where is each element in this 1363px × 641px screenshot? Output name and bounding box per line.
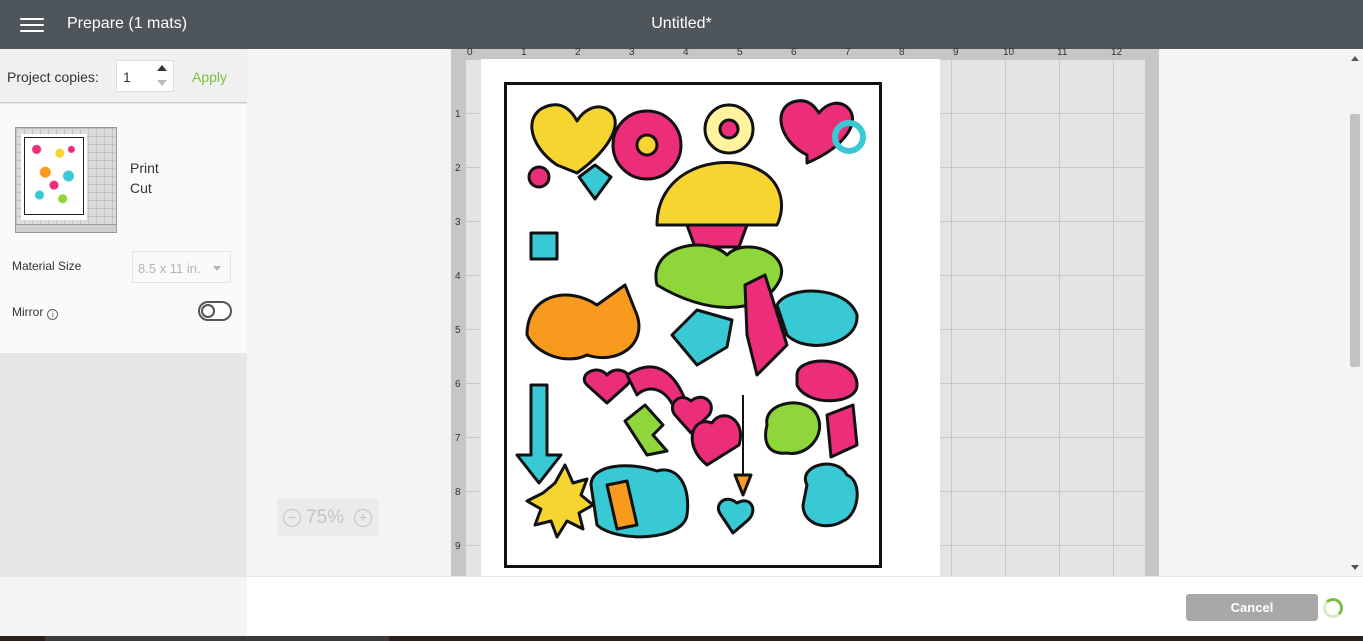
ruler-left-tick: 5 <box>455 325 461 336</box>
mat-artwork-preview <box>24 137 84 215</box>
ruler-top: 0 1 2 3 4 5 6 7 8 9 10 11 12 <box>465 47 1145 59</box>
ruler-top-tick: 4 <box>683 47 689 58</box>
taskbar-strip <box>0 636 1363 641</box>
cancel-button[interactable]: Cancel <box>1186 594 1318 621</box>
mat-sheet <box>21 134 87 220</box>
ruler-left-tick: 2 <box>455 163 461 174</box>
bottom-left-filler <box>0 577 247 636</box>
fox <box>525 283 641 361</box>
mirror-toggle[interactable] <box>198 301 232 321</box>
mat-section: Print Cut Material Size 8.5 x 11 in. Mir… <box>0 104 247 353</box>
increment-arrow-icon[interactable] <box>157 65 167 71</box>
toggle-knob <box>201 304 215 318</box>
mat-thumbnail[interactable] <box>15 127 117 233</box>
ruler-top-tick: 10 <box>1003 47 1015 58</box>
loading-spinner-icon <box>1323 598 1343 618</box>
apply-button[interactable]: Apply <box>192 69 227 85</box>
ladybug <box>527 165 551 189</box>
doodle-artwork <box>515 99 866 539</box>
pink-cat <box>795 359 859 403</box>
yellow-flower <box>703 103 755 155</box>
zoom-level: 75% <box>306 507 345 528</box>
document-title: Untitled* <box>651 15 712 32</box>
cutting-mat: 0 1 2 3 4 5 6 7 8 9 10 11 12 123456789 <box>451 47 1159 576</box>
owl-cat <box>775 289 859 347</box>
ruler-top-tick: 5 <box>737 47 743 58</box>
ruler-top-tick: 1 <box>521 47 527 58</box>
ruler-top-tick: 9 <box>953 47 959 58</box>
plant-pot <box>529 231 559 261</box>
ruler-top-tick: 8 <box>899 47 905 58</box>
cat-pillow <box>589 464 690 539</box>
green-arrow <box>623 403 669 457</box>
mirror-label-text: Mirror <box>12 305 44 319</box>
project-copies-label: Project copies: <box>7 69 99 85</box>
ruler-left-tick: 7 <box>455 433 461 444</box>
ruler-top-tick: 11 <box>1057 47 1068 58</box>
heart-lock <box>779 99 854 165</box>
print-then-cut-image[interactable] <box>504 82 882 568</box>
decrement-arrow-icon[interactable] <box>157 80 167 86</box>
ruler-left-tick: 9 <box>455 541 461 552</box>
mat-operation-print: Print <box>130 160 159 176</box>
mat-operation-cut: Cut <box>130 180 152 196</box>
mat-edge <box>16 224 116 232</box>
top-bar: Prepare (1 mats) Untitled* <box>0 0 1363 49</box>
scroll-thumb[interactable] <box>1350 114 1360 367</box>
ruler-top-tick: 12 <box>1111 47 1123 58</box>
zoom-in-button[interactable]: + <box>354 509 372 527</box>
big-heart <box>690 414 743 467</box>
yes-bubble <box>764 401 822 455</box>
ruler-left-tick: 4 <box>455 271 461 282</box>
chevron-down-icon <box>213 266 221 271</box>
project-copies-input[interactable]: 1 <box>116 60 174 92</box>
info-icon[interactable]: i <box>47 309 59 320</box>
paper-sheet <box>481 59 940 576</box>
scroll-up-arrow-icon[interactable] <box>1351 56 1359 61</box>
vertical-scrollbar[interactable] <box>1347 49 1363 576</box>
ruler-left: 1 2 3 4 5 6 7 8 9 <box>451 59 465 576</box>
love-arrow <box>515 383 563 485</box>
ruler-top-tick: 0 <box>467 47 473 58</box>
diamond-small <box>577 163 613 201</box>
ruler-top-tick: 2 <box>575 47 581 58</box>
gem <box>670 308 734 367</box>
zoom-control: − 75% + <box>277 498 378 536</box>
teal-cloud <box>801 462 859 528</box>
ruler-left-tick: 1 <box>455 109 461 120</box>
canvas-area: 0 1 2 3 4 5 6 7 8 9 10 11 12 123456789 −… <box>247 47 1363 576</box>
ruler-top-tick: 7 <box>845 47 851 58</box>
material-size-value: 8.5 x 11 in. <box>138 261 201 276</box>
project-copies-value[interactable]: 1 <box>123 69 131 85</box>
ruler-left-tick: 3 <box>455 217 461 228</box>
left-panel: Project copies: 1 Apply Print Cut Materi… <box>0 49 247 576</box>
ruler-top-tick: 3 <box>629 47 635 58</box>
ruler-left-tick: 6 <box>455 379 461 390</box>
material-size-label: Material Size <box>12 259 82 273</box>
hot-air-balloon <box>655 161 784 227</box>
zoom-out-button[interactable]: − <box>283 509 301 527</box>
cricut-prepare-screen: Prepare (1 mats) Untitled* Project copie… <box>0 0 1363 636</box>
project-copies-row: Project copies: 1 Apply <box>0 49 247 103</box>
ruler-left-tick: 8 <box>455 487 461 498</box>
bottom-bar: Cancel <box>0 576 1363 636</box>
taskbar-item <box>45 636 389 641</box>
heart-balloon <box>583 368 631 405</box>
mirror-label: Mirror i <box>12 305 59 320</box>
scroll-down-arrow-icon[interactable] <box>1351 565 1359 570</box>
pink-flower <box>611 109 683 181</box>
ruler-top-tick: 6 <box>791 47 797 58</box>
material-size-select[interactable]: 8.5 x 11 in. <box>132 251 231 283</box>
love-banner <box>743 273 789 377</box>
checkered-heart <box>530 103 617 175</box>
